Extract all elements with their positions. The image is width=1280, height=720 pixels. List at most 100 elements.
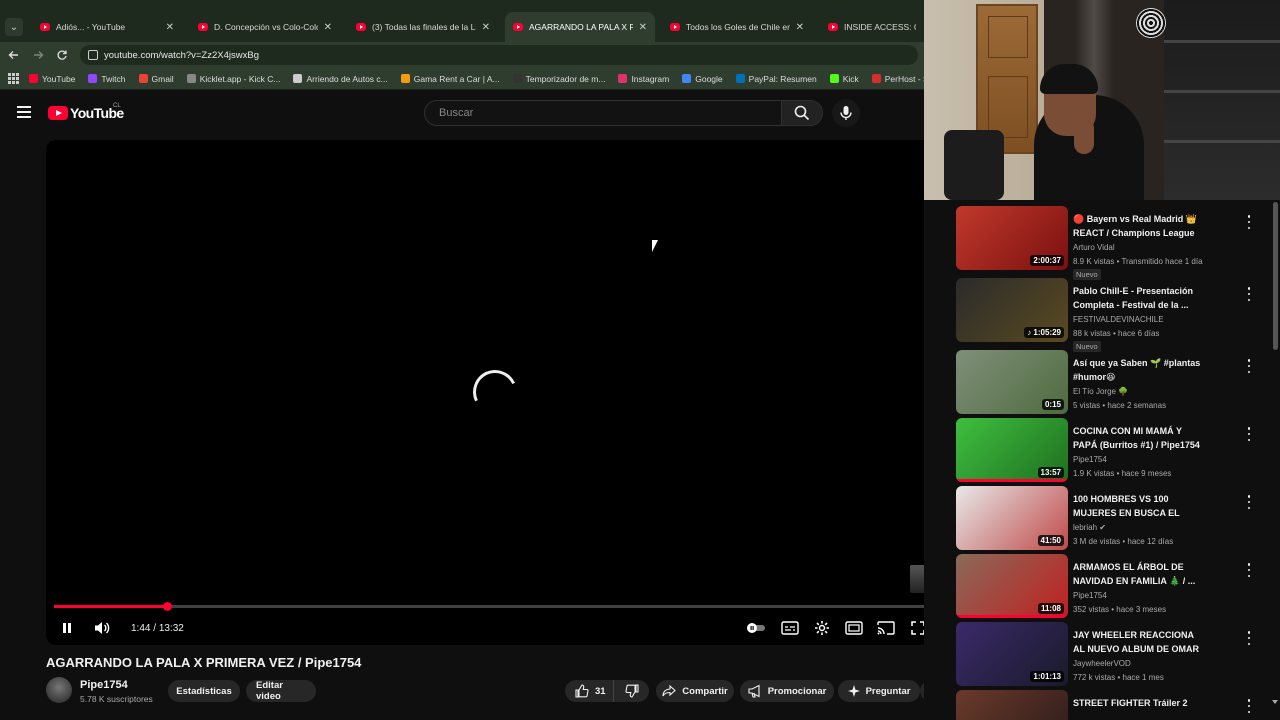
video-duration: 13:57 bbox=[1037, 467, 1064, 478]
recommended-video[interactable]: ♪ 1:05:29 Pablo Chill-E - Presentación Co… bbox=[956, 278, 1256, 352]
fullscreen-button[interactable] bbox=[908, 618, 924, 638]
recommended-channel[interactable]: Arturo Vidal bbox=[1073, 243, 1115, 252]
settings-button[interactable] bbox=[812, 618, 832, 638]
promote-button[interactable]: Promocionar bbox=[740, 680, 834, 702]
close-tab-icon[interactable]: ✕ bbox=[639, 22, 647, 33]
tab-search-button[interactable]: ⌄ bbox=[5, 18, 23, 36]
recommended-channel[interactable]: lebriah ✔ bbox=[1073, 523, 1106, 532]
bookmark-item[interactable]: Gmail bbox=[138, 74, 174, 84]
bookmark-item[interactable]: Arriendo de Autos c... bbox=[293, 74, 388, 84]
more-vertical-icon[interactable] bbox=[1246, 215, 1252, 229]
bookmark-item[interactable]: Temporizador de m... bbox=[512, 74, 605, 84]
recommended-title[interactable]: Pablo Chill-E - Presentación Completa - … bbox=[1073, 285, 1207, 312]
like-button[interactable]: 31 bbox=[565, 680, 613, 702]
video-player[interactable]: 1:44 / 13:32 bbox=[46, 140, 924, 645]
recommended-channel[interactable]: FESTIVALDEVINACHILE bbox=[1073, 315, 1164, 324]
close-tab-icon[interactable]: ✕ bbox=[166, 22, 174, 33]
recommended-meta: 3 M de vistas • hace 12 días bbox=[1073, 537, 1174, 546]
recommended-title[interactable]: 🔴 Bayern vs Real Madrid 👑 REACT / Champi… bbox=[1073, 213, 1207, 240]
bookmark-item[interactable]: Google bbox=[682, 74, 723, 84]
recommended-video[interactable]: 0:15 Así que ya Saben 🌱 #plantas #humor😆 E… bbox=[956, 350, 1256, 414]
video-thumbnail[interactable]: 41:50 bbox=[956, 486, 1068, 550]
browser-tab[interactable]: AGARRANDO LA PALA X PRIMERA ✕ bbox=[505, 12, 655, 42]
more-vertical-icon[interactable] bbox=[1246, 495, 1252, 509]
voice-search-button[interactable] bbox=[832, 99, 860, 127]
scroll-down-icon[interactable] bbox=[1272, 700, 1278, 704]
browser-tab[interactable]: Todos los Goles de Chile en Clasif ✕ bbox=[662, 12, 812, 42]
recommended-video[interactable]: 1:01:13 JAY WHEELER REACCIONA AL NUEVO AL… bbox=[956, 622, 1256, 686]
share-button[interactable]: Compartir bbox=[656, 680, 734, 702]
browser-toolbar: youtube.com/watch?v=Zz2X4jswxBg bbox=[0, 42, 924, 68]
browser-tab[interactable]: INSIDE ACCESS: Cómo bbox=[820, 12, 924, 42]
close-tab-icon[interactable]: ✕ bbox=[482, 22, 490, 33]
video-thumbnail[interactable]: 0:15 bbox=[956, 350, 1068, 414]
recommended-title[interactable]: Así que ya Saben 🌱 #plantas #humor😆 bbox=[1073, 357, 1207, 384]
subtitles-button[interactable] bbox=[780, 618, 800, 638]
theater-mode-button[interactable] bbox=[844, 618, 864, 638]
video-thumbnail[interactable]: 11:08 bbox=[956, 554, 1068, 618]
address-bar[interactable]: youtube.com/watch?v=Zz2X4jswxBg bbox=[80, 45, 918, 65]
close-tab-icon[interactable]: ✕ bbox=[796, 22, 804, 33]
menu-icon[interactable] bbox=[17, 106, 31, 118]
channel-avatar[interactable] bbox=[46, 677, 72, 703]
more-vertical-icon[interactable] bbox=[1246, 699, 1252, 713]
recommended-video[interactable]: 2:00:37 🔴 Bayern vs Real Madrid 👑 REACT /… bbox=[956, 206, 1256, 280]
site-info-icon[interactable] bbox=[88, 50, 98, 60]
more-vertical-icon[interactable] bbox=[1246, 563, 1252, 577]
recommended-video[interactable]: 41:50 100 HOMBRES VS 100 MUJERES EN BUSCA… bbox=[956, 486, 1256, 550]
search-button[interactable] bbox=[781, 100, 823, 126]
recommended-video[interactable]: STREET FIGHTER Tráiler 2 bbox=[956, 690, 1256, 720]
recommended-title[interactable]: ARMAMOS EL ÁRBOL DE NAVIDAD EN FAMILIA 🎄… bbox=[1073, 561, 1207, 588]
recommended-video[interactable]: 13:57 COCINA CON MI MAMÁ Y PAPÁ (Burritos… bbox=[956, 418, 1256, 482]
recommended-title[interactable]: JAY WHEELER REACCIONA AL NUEVO ALBUM DE … bbox=[1073, 629, 1207, 657]
bookmark-item[interactable]: YouTube bbox=[29, 74, 75, 84]
edit-video-button[interactable]: Editar video bbox=[246, 680, 316, 702]
search-input[interactable]: Buscar bbox=[424, 100, 782, 126]
video-thumbnail[interactable]: 2:00:37 bbox=[956, 206, 1068, 270]
bookmark-item[interactable]: Instagram bbox=[618, 74, 669, 84]
close-tab-icon[interactable]: ✕ bbox=[324, 22, 332, 33]
channel-name[interactable]: Pipe1754 bbox=[80, 679, 128, 691]
pause-button[interactable] bbox=[57, 618, 77, 638]
analytics-button[interactable]: Estadísticas bbox=[168, 680, 240, 702]
more-vertical-icon[interactable] bbox=[1246, 359, 1252, 373]
recommended-channel[interactable]: El Tío Jorge 🌳 bbox=[1073, 387, 1128, 396]
recommended-title[interactable]: STREET FIGHTER Tráiler 2 bbox=[1073, 697, 1207, 711]
forward-icon[interactable] bbox=[30, 47, 46, 63]
video-thumbnail[interactable]: 1:01:13 bbox=[956, 622, 1068, 686]
bookmark-item[interactable]: Gama Rent a Car | A... bbox=[400, 74, 500, 84]
video-thumbnail[interactable] bbox=[956, 690, 1068, 720]
bookmark-item[interactable]: Twitch bbox=[88, 74, 126, 84]
progress-bar[interactable] bbox=[54, 602, 924, 611]
browser-tab[interactable]: Adiós... - YouTube ✕ bbox=[32, 12, 182, 42]
recommended-channel[interactable]: JaywheelerVOD bbox=[1073, 659, 1131, 668]
sidebar-scrollbar[interactable] bbox=[1270, 200, 1280, 720]
bookmark-item[interactable]: Kick bbox=[829, 74, 859, 84]
video-thumbnail[interactable]: ♪ 1:05:29 bbox=[956, 278, 1068, 342]
volume-button[interactable] bbox=[92, 618, 112, 638]
back-icon[interactable] bbox=[6, 47, 22, 63]
ask-button[interactable]: Preguntar bbox=[838, 680, 920, 702]
browser-tab[interactable]: (3) Todas las finales de la Liga de ✕ bbox=[348, 12, 498, 42]
recommended-title[interactable]: COCINA CON MI MAMÁ Y PAPÁ (Burritos #1) … bbox=[1073, 425, 1207, 452]
apps-grid-icon[interactable] bbox=[8, 72, 19, 85]
video-thumbnail[interactable]: 13:57 bbox=[956, 418, 1068, 482]
browser-tab[interactable]: D. Concepción vs Colo-Colo | Liga ✕ bbox=[190, 12, 340, 42]
player-controls: 1:44 / 13:32 bbox=[46, 612, 924, 644]
more-vertical-icon[interactable] bbox=[1246, 287, 1252, 301]
scrollbar-thumb[interactable] bbox=[1273, 202, 1278, 350]
recommended-title[interactable]: 100 HOMBRES VS 100 MUJERES EN BUSCA EL A… bbox=[1073, 493, 1207, 521]
recommended-channel[interactable]: Pipe1754 bbox=[1073, 455, 1107, 464]
autoplay-toggle[interactable] bbox=[746, 618, 766, 638]
reload-icon[interactable] bbox=[54, 47, 70, 63]
progress-scrubber[interactable] bbox=[163, 602, 173, 611]
recommended-channel[interactable]: Pipe1754 bbox=[1073, 591, 1107, 600]
more-vertical-icon[interactable] bbox=[1246, 427, 1252, 441]
dislike-button[interactable] bbox=[613, 680, 649, 702]
cast-button[interactable] bbox=[876, 618, 896, 638]
bookmark-item[interactable]: Kicklet.app - Kick C... bbox=[186, 74, 280, 84]
more-vertical-icon[interactable] bbox=[1246, 631, 1252, 645]
recommended-video[interactable]: 11:08 ARMAMOS EL ÁRBOL DE NAVIDAD EN FAMI… bbox=[956, 554, 1256, 618]
recommended-meta: 772 k vistas • hace 1 mes bbox=[1073, 673, 1164, 682]
bookmark-item[interactable]: PayPal: Resumen bbox=[735, 74, 817, 84]
